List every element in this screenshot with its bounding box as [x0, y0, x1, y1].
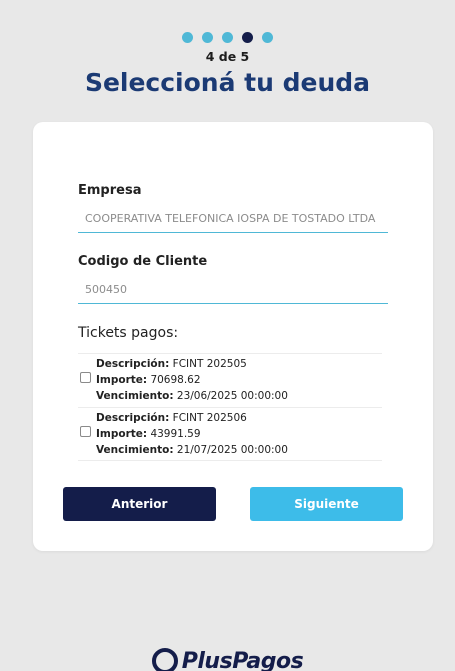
ticket-checkbox[interactable]	[80, 372, 91, 383]
page-title: Seleccioná tu deuda	[84, 68, 371, 97]
importe-label: Importe:	[96, 374, 148, 386]
step-dot-1	[182, 32, 193, 43]
ticket-row: Descripción: FCINT 202506 Importe: 43991…	[78, 407, 382, 461]
desc-value: FCINT 202506	[169, 412, 247, 424]
desc-label: Descripción:	[96, 412, 170, 424]
debt-card: Empresa Codigo de Cliente Tickets pagos:…	[33, 122, 433, 551]
step-indicator	[0, 32, 455, 43]
brand-name: PlusPagos	[181, 648, 304, 671]
empresa-label: Empresa	[78, 183, 142, 198]
next-button[interactable]: Siguiente	[250, 487, 403, 521]
cliente-input[interactable]	[78, 276, 388, 303]
venc-value: 23/06/2025 00:00:00	[173, 390, 288, 402]
pluspagos-logo-icon	[151, 648, 178, 671]
ticket-details: Descripción: FCINT 202506 Importe: 43991…	[96, 410, 288, 458]
ticket-row: Descripción: FCINT 202505 Importe: 70698…	[78, 353, 382, 407]
previous-button[interactable]: Anterior	[63, 487, 216, 521]
cliente-label: Codigo de Cliente	[78, 254, 208, 269]
desc-value: FCINT 202505	[169, 358, 247, 370]
importe-value: 43991.59	[147, 428, 201, 440]
step-dot-2	[202, 32, 213, 43]
ticket-details: Descripción: FCINT 202505 Importe: 70698…	[96, 356, 288, 404]
step-dot-4-active	[242, 32, 253, 43]
desc-label: Descripción:	[96, 358, 170, 370]
ticket-checkbox[interactable]	[80, 426, 91, 437]
empresa-field-wrap	[78, 205, 388, 233]
venc-label: Vencimiento:	[96, 390, 174, 402]
step-dot-5	[262, 32, 273, 43]
empresa-input[interactable]	[78, 205, 388, 232]
step-count: 4 de 5	[205, 49, 250, 64]
step-dot-3	[222, 32, 233, 43]
importe-label: Importe:	[96, 428, 148, 440]
venc-value: 21/07/2025 00:00:00	[173, 444, 288, 456]
importe-value: 70698.62	[147, 374, 201, 386]
tickets-title: Tickets pagos:	[78, 325, 179, 341]
cliente-field-wrap	[78, 276, 388, 304]
brand-logo: PlusPagos	[0, 648, 455, 671]
venc-label: Vencimiento:	[96, 444, 174, 456]
